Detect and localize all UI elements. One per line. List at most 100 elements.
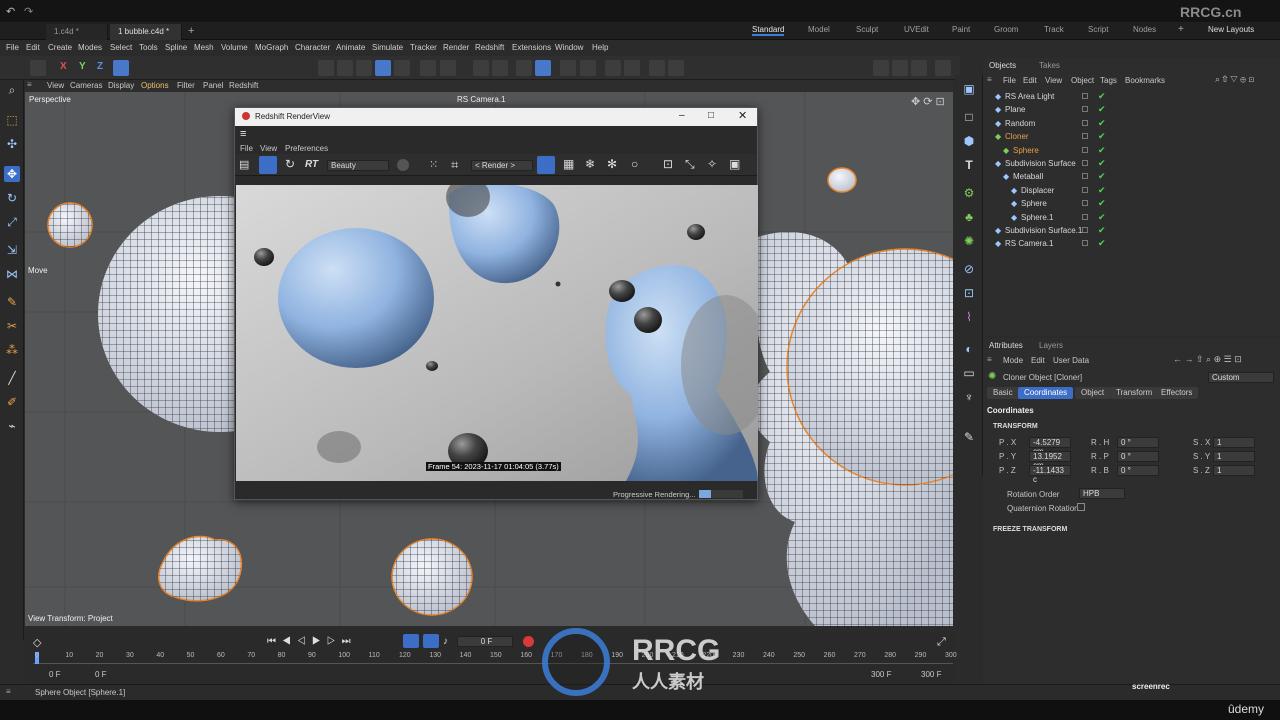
rv-menu-file[interactable]: File bbox=[240, 144, 253, 153]
menu-spline[interactable]: Spline bbox=[165, 43, 187, 52]
tweak-button[interactable] bbox=[492, 60, 508, 76]
vp-menu-display[interactable]: Display bbox=[108, 81, 134, 90]
vp-menu-cameras[interactable]: Cameras bbox=[70, 81, 102, 90]
enabled-check-icon[interactable]: ✔ bbox=[1098, 117, 1106, 130]
move-tool-icon[interactable]: ✥ bbox=[4, 166, 20, 182]
magic-icon[interactable]: ✧ bbox=[707, 157, 717, 171]
focus-icon[interactable]: ⊡ bbox=[663, 157, 673, 171]
small-blob-right[interactable] bbox=[827, 167, 857, 193]
solo-button[interactable] bbox=[560, 60, 576, 76]
sculpt-tool-icon[interactable]: ⌁ bbox=[4, 418, 20, 434]
deformer-icon[interactable]: ⊘ bbox=[961, 261, 977, 277]
visibility-toggle[interactable] bbox=[1082, 133, 1088, 140]
tab-objects[interactable]: Objects bbox=[989, 61, 1016, 70]
menu-tracker[interactable]: Tracker bbox=[410, 43, 437, 52]
render-target-select[interactable]: < Render > bbox=[471, 160, 533, 171]
sz-field[interactable]: 1 bbox=[1213, 465, 1255, 476]
vp-menu-filter[interactable]: Filter bbox=[177, 81, 195, 90]
menu-create[interactable]: Create bbox=[48, 43, 72, 52]
menu-simulate[interactable]: Simulate bbox=[372, 43, 403, 52]
coordinate-system-button[interactable] bbox=[113, 60, 129, 76]
edges-mode-button[interactable] bbox=[337, 60, 353, 76]
effector-icon[interactable]: ✺ bbox=[961, 233, 977, 249]
enabled-check-icon[interactable]: ✔ bbox=[1098, 90, 1106, 103]
doc-tab-1[interactable]: 1.c4d * bbox=[46, 24, 108, 40]
add-tab-icon[interactable]: + bbox=[188, 25, 194, 37]
tab-attributes[interactable]: Attributes bbox=[989, 341, 1023, 350]
field-icon[interactable]: ⊡ bbox=[961, 285, 977, 301]
obj-menu-file[interactable]: File bbox=[1003, 76, 1016, 85]
rv-menu-view[interactable]: View bbox=[260, 144, 277, 153]
attributes-nav-icons[interactable]: ← → ⇧ ⌕ ⊕ ☰ ⊡ bbox=[1173, 354, 1242, 365]
layout-groom[interactable]: Groom bbox=[994, 25, 1018, 34]
refresh-icon[interactable]: ↻ bbox=[285, 157, 295, 171]
sx-field[interactable]: 1 bbox=[1213, 437, 1255, 448]
knife-tool-icon[interactable]: ✂ bbox=[4, 318, 20, 334]
attr-tab-coordinates[interactable]: Coordinates bbox=[1018, 387, 1074, 399]
axis-y-toggle[interactable]: Y bbox=[79, 61, 86, 72]
cloner-icon[interactable]: ♣ bbox=[961, 209, 977, 225]
enabled-check-icon[interactable]: ✔ bbox=[1098, 130, 1106, 143]
status-hamburger-icon[interactable]: ≡ bbox=[6, 687, 11, 696]
timeline-ruler[interactable]: 0 10 20 30 40 50 60 70 80 90 100 110 120 130 140 150 160… bbox=[33, 652, 957, 664]
transform-group-label[interactable]: TRANSFORM bbox=[993, 423, 1038, 430]
px-field[interactable]: -4.5279 cm bbox=[1029, 437, 1071, 456]
rh-field[interactable]: 0 ° bbox=[1117, 437, 1159, 448]
rv-menu-preferences[interactable]: Preferences bbox=[285, 144, 328, 153]
object-row[interactable]: ◆ RS Camera.1 ✔ bbox=[983, 237, 1280, 250]
obj-menu-bookmarks[interactable]: Bookmarks bbox=[1125, 76, 1165, 85]
object-row[interactable]: ◆ Cloner ✔ bbox=[983, 130, 1280, 143]
record-button[interactable] bbox=[523, 636, 534, 647]
visibility-toggle[interactable] bbox=[1082, 93, 1088, 99]
small-blob-left[interactable] bbox=[47, 202, 93, 248]
object-row[interactable]: ◆ Displacer ✔ bbox=[983, 184, 1280, 197]
layout-sculpt[interactable]: Sculpt bbox=[856, 25, 878, 34]
enabled-check-icon[interactable]: ✔ bbox=[1098, 184, 1106, 197]
preview-end-field[interactable]: 300 F bbox=[871, 670, 891, 679]
preview-range-button[interactable] bbox=[423, 634, 439, 648]
big-right-metaball[interactable] bbox=[751, 232, 953, 626]
menu-modes[interactable]: Modes bbox=[78, 43, 102, 52]
redshift-button[interactable] bbox=[649, 60, 665, 76]
square-icon[interactable]: □ bbox=[961, 109, 977, 125]
redo-icon[interactable]: ↷ bbox=[24, 5, 33, 18]
attr-tab-effectors[interactable]: Effectors bbox=[1155, 387, 1199, 399]
sound-icon[interactable]: ♪ bbox=[443, 636, 448, 647]
menu-extensions[interactable]: Extensions bbox=[512, 43, 551, 52]
axis-z-toggle[interactable]: Z bbox=[97, 61, 103, 72]
environment-icon[interactable]: ◐ bbox=[961, 341, 977, 357]
preset-select[interactable]: Custom bbox=[1208, 372, 1274, 383]
new-layouts-menu[interactable]: New Layouts bbox=[1208, 25, 1254, 34]
menu-animate[interactable]: Animate bbox=[336, 43, 365, 52]
scale-tool-icon[interactable]: ⤢ bbox=[4, 214, 20, 230]
menu-mograph[interactable]: MoGraph bbox=[255, 43, 288, 52]
menu-character[interactable]: Character bbox=[295, 43, 330, 52]
layout-standard[interactable]: Standard bbox=[752, 25, 785, 36]
render-view-button[interactable] bbox=[873, 60, 889, 76]
tiles-icon[interactable]: ▦ bbox=[563, 157, 574, 171]
objects-search-icons[interactable]: ⌕ ⇧ ▽ ⊕ ⊡ bbox=[1215, 74, 1254, 85]
freeze-transform-group[interactable]: FREEZE TRANSFORM bbox=[993, 526, 1067, 533]
spline-icon[interactable]: ⌇ bbox=[961, 309, 977, 325]
attr-tab-basic[interactable]: Basic bbox=[987, 387, 1019, 399]
primitive-icon[interactable]: ⬢ bbox=[961, 133, 977, 149]
loop-button[interactable] bbox=[403, 634, 419, 648]
circle-icon[interactable]: ○ bbox=[631, 157, 638, 171]
enabled-check-icon[interactable]: ✔ bbox=[1098, 197, 1106, 210]
live-selection-icon[interactable]: ✣ bbox=[4, 136, 20, 152]
snap-button[interactable] bbox=[516, 60, 532, 76]
visibility-toggle[interactable] bbox=[1082, 106, 1088, 113]
points-mode-button[interactable] bbox=[318, 60, 334, 76]
vp-menu-redshift[interactable]: Redshift bbox=[229, 81, 258, 90]
tab-takes[interactable]: Takes bbox=[1039, 61, 1060, 70]
light-icon[interactable]: ♆ bbox=[961, 389, 977, 405]
visibility-toggle[interactable] bbox=[1082, 119, 1088, 126]
layout-paint[interactable]: Paint bbox=[952, 25, 970, 34]
clapper-icon[interactable]: ▤ bbox=[239, 158, 249, 171]
attr-tab-object[interactable]: Object bbox=[1075, 387, 1111, 399]
image-icon[interactable]: ▣ bbox=[729, 157, 740, 171]
obj-menu-tags[interactable]: Tags bbox=[1100, 76, 1117, 85]
object-row[interactable]: ◆ Sphere ✔ bbox=[983, 144, 1280, 157]
menu-redshift[interactable]: Redshift bbox=[475, 43, 504, 52]
attr-menu-user-data[interactable]: User Data bbox=[1053, 356, 1089, 365]
